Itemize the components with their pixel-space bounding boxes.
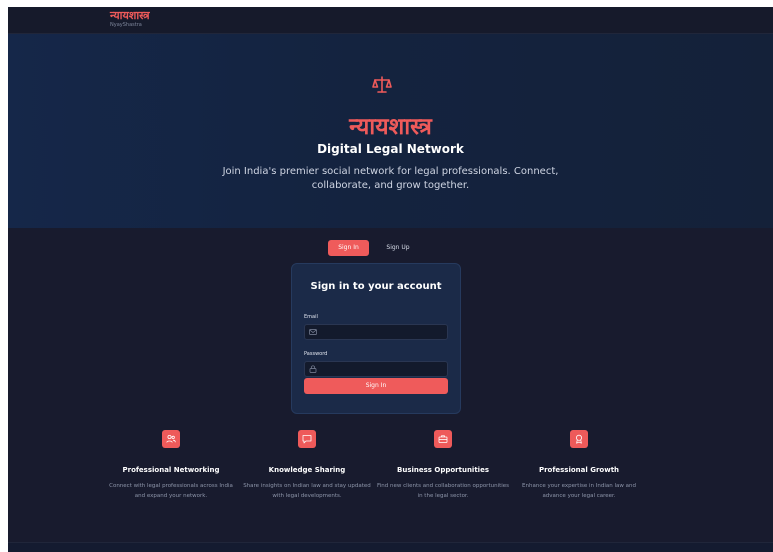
award-icon [570, 430, 588, 448]
users-icon [162, 430, 180, 448]
mail-icon [309, 329, 317, 335]
feature-title: Business Opportunities [397, 466, 489, 474]
password-input[interactable] [321, 362, 445, 376]
sign-in-card: Sign in to your account Email Password S… [291, 263, 461, 414]
brand-name: न्यायशास्त्र [110, 9, 150, 22]
auth-tabs: Sign In Sign Up [328, 240, 428, 256]
footer-strip [8, 542, 773, 552]
feature-description: Connect with legal professionals across … [109, 483, 233, 499]
email-field-wrapper [304, 324, 448, 340]
brand-logo[interactable]: न्यायशास्त्र NyayShastra [110, 10, 150, 29]
sign-in-button[interactable]: Sign In [304, 378, 448, 394]
app-frame: न्यायशास्त्र NyayShastra न्यायशास्त्र Di… [8, 7, 773, 552]
email-label: Email [304, 314, 318, 320]
briefcase-icon [434, 430, 452, 448]
feature-description: Find new clients and collaboration oppor… [376, 483, 510, 499]
password-label: Password [304, 351, 328, 357]
feature-description: Share insights on Indian law and stay up… [243, 483, 371, 499]
card-title: Sign in to your account [310, 281, 442, 292]
hero-subtitle: Digital Legal Network [317, 142, 464, 156]
feature-description: Enhance your expertise in Indian law and… [522, 483, 636, 499]
password-field-wrapper [304, 361, 448, 377]
lock-icon [309, 365, 317, 373]
tab-sign-in[interactable]: Sign In [328, 240, 369, 256]
scale-icon [372, 76, 392, 93]
hero-section: न्यायशास्त्र Digital Legal Network Join … [8, 34, 773, 228]
feature-title: Professional Growth [538, 466, 620, 474]
chat-icon [298, 430, 316, 448]
hero-title: न्यायशास्त्र [349, 114, 432, 140]
email-input[interactable] [321, 325, 445, 339]
tab-sign-up[interactable]: Sign Up [378, 240, 418, 256]
brand-subtitle: NyayShastra [110, 22, 142, 28]
feature-title: Knowledge Sharing [268, 466, 346, 474]
feature-title: Professional Networking [122, 466, 220, 474]
top-navbar: न्यायशास्त्र NyayShastra [8, 7, 773, 34]
hero-description: Join India's premier social network for … [222, 166, 559, 191]
